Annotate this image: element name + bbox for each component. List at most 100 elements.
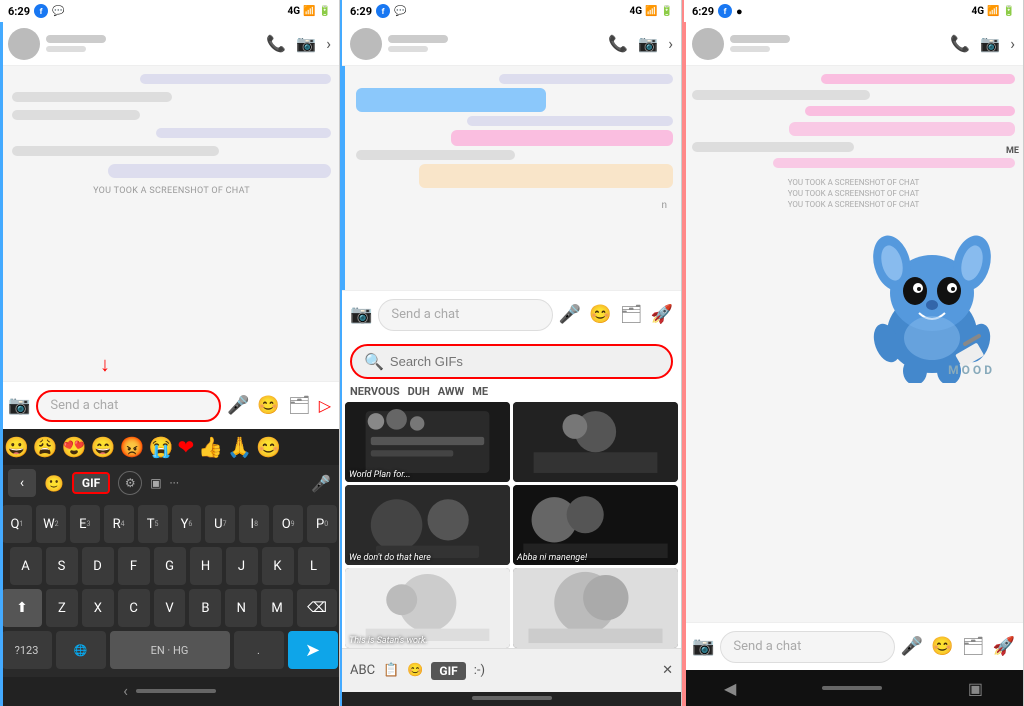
key-I[interactable]: I8 [239, 505, 269, 543]
kb-extra-1[interactable]: ▣ [150, 476, 161, 490]
emoji-4[interactable]: 😡 [120, 435, 145, 459]
emoji-3[interactable]: 😄 [91, 435, 116, 459]
settings-btn-1[interactable]: ⚙ [118, 471, 142, 495]
key-G[interactable]: G [154, 547, 186, 585]
emoji-0[interactable]: 😀 [4, 435, 29, 459]
gif-item-1[interactable] [513, 402, 678, 482]
cat-nervous[interactable]: NERVOUS [350, 385, 400, 398]
gif-item-4[interactable]: This is Satan's work. [345, 568, 510, 648]
key-C[interactable]: C [118, 589, 150, 627]
key-V[interactable]: V [154, 589, 186, 627]
gif-categories[interactable]: NERVOUS DUH AWW ME [342, 385, 681, 402]
smiley-tag[interactable]: :-) [474, 663, 485, 678]
key-Q[interactable]: Q1 [2, 505, 32, 543]
key-B[interactable]: B [189, 589, 221, 627]
key-S[interactable]: S [46, 547, 78, 585]
heart-icon[interactable]: ❤ [177, 435, 194, 459]
rocket-icon-2[interactable]: 🚀 [651, 304, 673, 325]
sticker-icon-2[interactable]: 🗂 [620, 304, 643, 325]
emoji-7[interactable]: 👍 [198, 435, 223, 459]
key-D[interactable]: D [82, 547, 114, 585]
send-chat-input-2[interactable]: Send a chat [378, 299, 552, 331]
gif-item-3[interactable]: Abba ni manenge! [513, 485, 678, 565]
key-T[interactable]: T5 [138, 505, 168, 543]
key-J[interactable]: J [226, 547, 258, 585]
header-icons-3[interactable]: 📞 📷 › [950, 34, 1015, 53]
key-space[interactable]: EN · HG [110, 631, 230, 669]
mic-icon-2[interactable]: 🎤 [559, 304, 581, 325]
header-icons-2[interactable]: 📞 📷 › [608, 34, 673, 53]
emoji-9[interactable]: 😊 [256, 435, 281, 459]
key-U[interactable]: U7 [205, 505, 235, 543]
kb-mic[interactable]: 🎤 [311, 474, 331, 493]
emoji-icon-3[interactable]: 😊 [931, 636, 953, 657]
key-123[interactable]: ?123 [2, 631, 52, 669]
key-enter[interactable]: ➤ [288, 631, 338, 669]
key-M[interactable]: M [261, 589, 293, 627]
emoji-icon-2[interactable]: 😊 [589, 304, 611, 325]
key-shift[interactable]: ⬆ [2, 589, 42, 627]
nav-recent-3[interactable]: ▣ [968, 679, 983, 698]
gif-tag[interactable]: GIF [431, 662, 465, 680]
key-globe[interactable]: 🌐 [56, 631, 106, 669]
key-Z[interactable]: Z [46, 589, 78, 627]
kb2-sticker[interactable]: 📋 [383, 663, 399, 678]
key-E[interactable]: E3 [70, 505, 100, 543]
camera-btn-1[interactable]: 📷 [8, 395, 30, 416]
phone-icon-2[interactable]: 📞 [608, 34, 628, 53]
gif-search-bar[interactable]: 🔍 [350, 344, 673, 379]
key-K[interactable]: K [262, 547, 294, 585]
cat-aww[interactable]: AWW [438, 385, 464, 398]
key-X[interactable]: X [82, 589, 114, 627]
more-icon-1[interactable]: › [326, 34, 331, 53]
rocket-icon-3[interactable]: 🚀 [993, 636, 1015, 657]
key-P[interactable]: P0 [307, 505, 337, 543]
nav-home-handle-3[interactable] [822, 686, 882, 690]
key-L[interactable]: L [298, 547, 330, 585]
key-O[interactable]: O9 [273, 505, 303, 543]
more-icon-2[interactable]: › [668, 34, 673, 53]
sticker-icon-1[interactable]: 🗂 [288, 395, 311, 416]
send-chat-input-1[interactable]: Send a chat [36, 390, 221, 422]
key-F[interactable]: F [118, 547, 150, 585]
camera-btn-3[interactable]: 📷 [692, 636, 714, 657]
emoji-bar-1[interactable]: 😀 😩 😍 😄 😡 😭 ❤ 👍 🙏 😊 [0, 429, 339, 465]
mic-icon-1[interactable]: 🎤 [227, 395, 249, 416]
gif-item-0[interactable]: World Plan for... [345, 402, 510, 482]
nav-back-3[interactable]: ◀ [724, 679, 736, 698]
cat-duh[interactable]: DUH [408, 385, 430, 398]
more-icon-3[interactable]: › [1010, 34, 1015, 53]
key-backspace[interactable]: ⌫ [297, 589, 337, 627]
kb2-abc[interactable]: ABC [350, 663, 375, 678]
phone-icon-1[interactable]: 📞 [266, 34, 286, 53]
key-R[interactable]: R4 [104, 505, 134, 543]
gif-search-input[interactable] [390, 354, 659, 369]
mic-icon-3[interactable]: 🎤 [901, 636, 923, 657]
emoji-icon-1[interactable]: 😊 [257, 395, 279, 416]
header-icons-1[interactable]: 📞 📷 › [266, 34, 331, 53]
kb-dots[interactable]: ··· [170, 476, 179, 490]
video-icon-2[interactable]: 📷 [638, 34, 658, 53]
key-H[interactable]: H [190, 547, 222, 585]
key-W[interactable]: W2 [36, 505, 66, 543]
gif-item-2[interactable]: We don't do that here [345, 485, 510, 565]
kb-emoji-icon[interactable]: 🙂 [44, 474, 64, 493]
key-Y[interactable]: Y6 [172, 505, 202, 543]
send-chat-input-3[interactable]: Send a chat [720, 631, 894, 663]
gif-item-5[interactable] [513, 568, 678, 648]
emoji-8[interactable]: 🙏 [227, 435, 252, 459]
cat-me[interactable]: ME [472, 385, 488, 398]
key-period[interactable]: . [234, 631, 284, 669]
phone-icon-3[interactable]: 📞 [950, 34, 970, 53]
gif-button-1[interactable]: GIF [72, 472, 110, 494]
sticker-icon-3[interactable]: 🗂 [962, 636, 985, 657]
send-icon-1[interactable]: ▷ [319, 396, 331, 415]
emoji-5[interactable]: 😭 [149, 435, 174, 459]
video-icon-3[interactable]: 📷 [980, 34, 1000, 53]
kb2-close[interactable]: ✕ [662, 663, 673, 678]
nav-back-1[interactable]: ‹ [123, 681, 128, 700]
kb-back-btn[interactable]: ‹ [8, 469, 36, 497]
key-A[interactable]: A [10, 547, 42, 585]
key-N[interactable]: N [225, 589, 257, 627]
kb2-emoji[interactable]: 😊 [407, 663, 423, 678]
